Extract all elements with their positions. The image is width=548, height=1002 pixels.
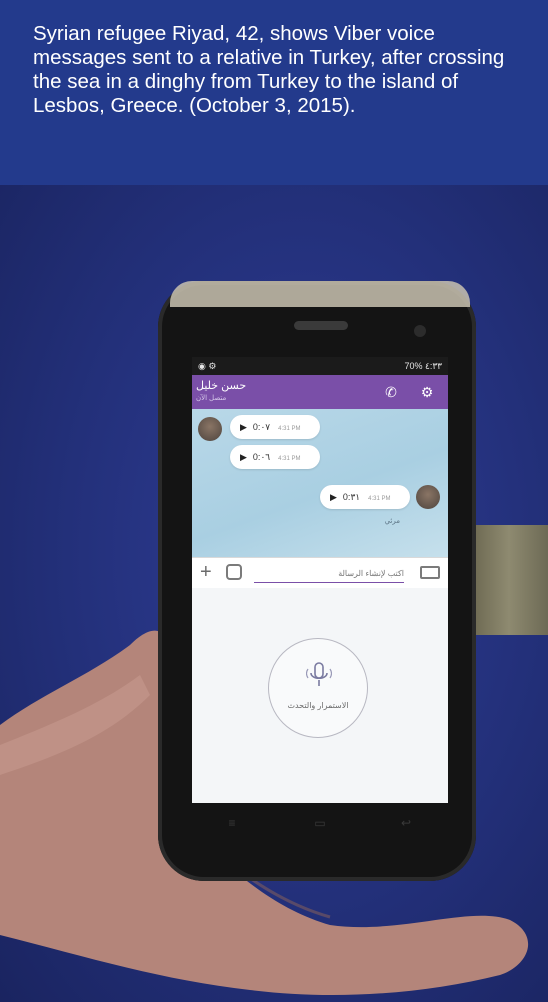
status-time: ٤:٣٣ [424, 361, 442, 371]
phone-screen: ◉ ⚙ 70% ٤:٣٣ حسن خليل متصل الآن ✆ ⚙ ▶ 0:٠… [192, 357, 448, 803]
microphone-icon [306, 662, 332, 686]
image-frame: Syrian refugee Riyad, 42, shows Viber vo… [0, 0, 548, 1002]
seen-label: مرئي [384, 518, 400, 525]
status-info: 70% ٤:٣٣ [404, 357, 442, 375]
caption-text: Syrian refugee Riyad, 42, shows Viber vo… [33, 22, 505, 117]
message-input[interactable] [254, 564, 404, 583]
sticker-icon[interactable] [226, 564, 242, 580]
back-key-icon[interactable]: ↩ [396, 815, 416, 831]
front-camera [414, 325, 426, 337]
play-icon[interactable]: ▶ [240, 452, 247, 462]
earpiece-speaker [294, 321, 348, 330]
contact-avatar[interactable] [198, 417, 222, 441]
plus-icon[interactable]: + [200, 561, 212, 583]
play-icon[interactable]: ▶ [330, 492, 337, 502]
caption: Syrian refugee Riyad, 42, shows Viber vo… [0, 0, 548, 185]
contact-name[interactable]: حسن خليل [196, 379, 246, 392]
play-icon[interactable]: ▶ [240, 422, 247, 432]
voice-message[interactable]: ▶ 0:٣١ 4:31 PM [320, 485, 410, 509]
record-label: الاستمرار والتحدث [287, 701, 349, 710]
message-input-bar: + [192, 557, 448, 589]
settings-icon[interactable]: ⚙ [418, 383, 436, 401]
tape-strip [170, 281, 470, 307]
notification-icon: ◉ ⚙ [198, 361, 217, 371]
record-voice-button[interactable]: الاستمرار والتحدث [268, 638, 368, 738]
battery-level: 70% [404, 361, 423, 371]
photograph: ◉ ⚙ 70% ٤:٣٣ حسن خليل متصل الآن ✆ ⚙ ▶ 0:٠… [0, 185, 548, 1002]
chat-area: ▶ 0:٠٧ 4:31 PM ▶ 0:٠٦ 4:31 PM ▶ 0:٣١ 4:31 PM م… [192, 409, 448, 557]
home-key-icon[interactable]: ▭ [310, 815, 330, 831]
voice-message[interactable]: ▶ 0:٠٦ 4:31 PM [230, 445, 320, 469]
voice-record-area: الاستمرار والتحدث [192, 588, 448, 803]
voice-message[interactable]: ▶ 0:٠٧ 4:31 PM [230, 415, 320, 439]
viber-header: حسن خليل متصل الآن ✆ ⚙ [192, 375, 448, 409]
user-avatar[interactable] [416, 485, 440, 509]
menu-key-icon[interactable]: ≡ [222, 815, 242, 831]
phone-call-icon[interactable]: ✆ [382, 383, 400, 401]
status-bar: ◉ ⚙ 70% ٤:٣٣ [192, 357, 448, 375]
android-nav-bar: ≡ ▭ ↩ [192, 805, 448, 845]
contact-subtitle: متصل الآن [196, 395, 227, 402]
keyboard-icon[interactable] [420, 566, 440, 579]
